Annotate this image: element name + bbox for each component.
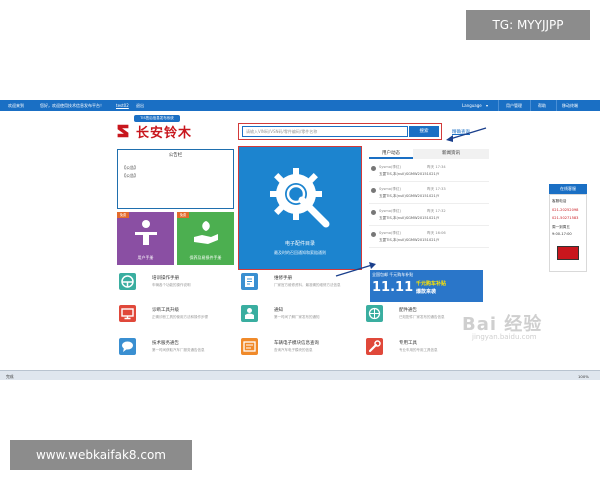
account-link[interactable]: 用户管理 bbox=[506, 103, 522, 109]
function-desc: 查询汽车电子模块的信息 bbox=[274, 348, 313, 352]
network-icon[interactable] bbox=[366, 305, 383, 322]
feed-user: Sysmo(李红) bbox=[379, 209, 401, 213]
site-name-link[interactable]: 欢迎来到 bbox=[8, 103, 24, 109]
status-text: 完成 bbox=[6, 374, 14, 379]
function-title[interactable]: 技术服务通告 bbox=[152, 340, 179, 346]
function-title[interactable]: 诊断工具升级 bbox=[152, 307, 179, 313]
search-input[interactable]: 请输入VIN码/VSN码/零件编码/零件名称 bbox=[242, 126, 408, 137]
suzuki-logo-icon bbox=[117, 124, 129, 138]
feed-text: 五菱TIS,本(null)SGMW20151021/Y bbox=[379, 238, 440, 242]
language-menu[interactable]: Language bbox=[462, 103, 482, 108]
function-title[interactable]: 车辆电子模块信息查询 bbox=[274, 340, 319, 346]
person-notice-icon[interactable] bbox=[241, 305, 258, 322]
feed-time: 昨天 17:34 bbox=[427, 165, 446, 169]
divider bbox=[530, 100, 531, 111]
monitor-icon[interactable] bbox=[119, 305, 136, 322]
feed-time: 昨天 17:32 bbox=[427, 209, 446, 213]
gear-search-icon bbox=[270, 168, 330, 228]
steering-wheel-icon[interactable] bbox=[119, 273, 136, 290]
service-hours-label: 周一到周五 bbox=[552, 225, 570, 229]
manual-icon[interactable] bbox=[241, 273, 258, 290]
baidu-url: jingyan.baidu.com bbox=[472, 333, 537, 341]
function-title[interactable]: 维修手册 bbox=[274, 275, 292, 281]
zoom-level[interactable]: 100% bbox=[578, 374, 589, 379]
feed-user: Sysmo(李红) bbox=[379, 165, 401, 169]
user-link[interactable]: test02 bbox=[116, 103, 129, 108]
tab-user-activity[interactable]: 用户动态 bbox=[369, 149, 413, 159]
browser-status-bar: 完成 100% bbox=[0, 370, 600, 380]
avatar bbox=[371, 232, 376, 237]
banner-side-text: 爆款来袭 bbox=[416, 289, 437, 295]
avatar bbox=[371, 188, 376, 193]
chat-icon[interactable] bbox=[119, 338, 136, 355]
monitor-icon bbox=[557, 246, 579, 260]
service-label: 客服电话 bbox=[552, 199, 567, 203]
banner-main-text: 11.11 bbox=[372, 280, 414, 295]
function-desc: 第一时间了解厂家发布的通知 bbox=[274, 315, 320, 319]
maintenance-label: 保养及易损件手册 bbox=[189, 255, 222, 260]
feed-text: 五菱TIS,本(null)SGMW20151021/Y bbox=[379, 216, 440, 220]
hero-subtitle: 最及时的召回通知和索赔通则 bbox=[274, 250, 326, 255]
feed-text: 五菱TIS,本(null)SGMW20151021/Y bbox=[379, 194, 440, 198]
avatar bbox=[371, 166, 376, 171]
hand-plant-icon bbox=[194, 221, 218, 244]
list-item[interactable]: Sysmo(李红) 昨天 17:34 五菱TIS,本(null)SGMW2015… bbox=[369, 160, 489, 182]
notice-item[interactable]: 【公告】 bbox=[122, 165, 138, 171]
brand-badge: TIS售后信息发布系统 bbox=[134, 115, 180, 122]
feed-user: Sysmo(李红) bbox=[379, 187, 401, 191]
module-icon[interactable] bbox=[241, 338, 258, 355]
person-icon bbox=[135, 220, 157, 245]
banner-side-text: 千元购车补贴 bbox=[416, 281, 447, 287]
function-title[interactable]: 通知 bbox=[274, 307, 283, 313]
mobile-link[interactable]: 移动终端 bbox=[562, 103, 578, 109]
chevron-down-icon: ▾ bbox=[486, 103, 489, 108]
online-service-tab[interactable]: 在线客服 bbox=[549, 184, 587, 194]
user-manual-label: 用户手册 bbox=[137, 255, 154, 260]
logout-link[interactable]: 退出 bbox=[136, 103, 144, 109]
watermark-bottom: www.webkaifak8.com bbox=[10, 440, 192, 470]
feed-text: 五菱TIS,本(null)SGMW20151021/Y bbox=[379, 172, 440, 176]
feed-time: 昨天 17:33 bbox=[427, 187, 446, 191]
top-nav-bar: 欢迎来到 您好，欢迎使用技术信息发布平台！ test02 退出 Language… bbox=[0, 100, 600, 111]
tab-news[interactable]: 新闻资讯 bbox=[413, 149, 489, 159]
list-item[interactable]: Sysmo(李红) 昨天 16:06 五菱TIS,本(null)SGMW2015… bbox=[369, 226, 489, 248]
function-desc: 已知配件厂家发布的通告信息 bbox=[399, 315, 445, 319]
welcome-text: 您好，欢迎使用技术信息发布平台！ bbox=[40, 103, 104, 108]
notice-title: 公告栏 bbox=[168, 153, 183, 158]
notice-board bbox=[117, 149, 234, 209]
divider bbox=[556, 100, 557, 111]
activity-feed: Sysmo(李红) 昨天 17:34 五菱TIS,本(null)SGMW2015… bbox=[369, 160, 489, 260]
banner-top-text: 全国包邮 千元购车补贴 bbox=[372, 272, 414, 277]
list-item[interactable]: Sysmo(李红) 昨天 17:32 五菱TIS,本(null)SGMW2015… bbox=[369, 204, 489, 226]
feed-time: 昨天 16:06 bbox=[427, 231, 446, 235]
avatar bbox=[371, 210, 376, 215]
function-title[interactable]: 专用工具 bbox=[399, 340, 417, 346]
watermark-top: TG: MYYJJPP bbox=[466, 10, 590, 40]
divider bbox=[498, 100, 499, 111]
free-badge: 免费 bbox=[117, 212, 129, 218]
screenshot-page: TG: MYYJJPP www.webkaifak8.com 欢迎来到 您好，欢… bbox=[0, 0, 600, 480]
free-badge: 免费 bbox=[177, 212, 189, 218]
service-phone: 021-50271583 bbox=[552, 216, 579, 220]
function-desc: 第一时间获取汽车厂服务通告信息 bbox=[152, 348, 205, 352]
wrench-icon[interactable] bbox=[366, 338, 383, 355]
function-title[interactable]: 配件通告 bbox=[399, 307, 417, 313]
hero-title: 电子配件目录 bbox=[284, 241, 315, 247]
function-desc: 正确诊断工具的使用方法和操作步骤 bbox=[152, 315, 208, 319]
function-title[interactable]: 培训操作手册 bbox=[152, 275, 179, 281]
search-button[interactable]: 搜索 bbox=[409, 126, 439, 137]
service-phone: 021-20252098 bbox=[552, 208, 579, 212]
service-hours: 9:00-17:00 bbox=[552, 232, 572, 236]
function-desc: 车辆各个功能的操作说明 bbox=[152, 283, 191, 287]
annotation-arrow-icon bbox=[446, 127, 487, 142]
list-item[interactable]: Sysmo(李红) 昨天 17:33 五菱TIS,本(null)SGMW2015… bbox=[369, 182, 489, 204]
notice-item[interactable]: 【公告】 bbox=[122, 173, 138, 179]
brand-name: 长安铃木 bbox=[136, 126, 193, 141]
function-desc: 专业车用的专用工具信息 bbox=[399, 348, 438, 352]
feed-user: Sysmo(李红) bbox=[379, 231, 401, 235]
function-desc: 厂家官方维修资料，最准确的维修方法信息 bbox=[274, 283, 341, 287]
help-link[interactable]: 帮助 bbox=[538, 103, 546, 109]
